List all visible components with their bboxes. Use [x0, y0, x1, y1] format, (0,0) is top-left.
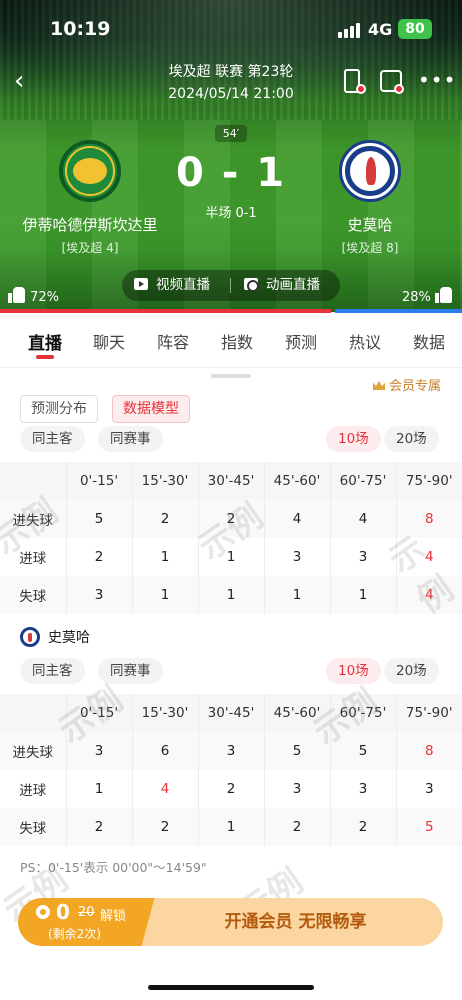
tab-bar: 直播 聊天 阵容 指数 预测 热议 数据 — [0, 313, 462, 367]
remaining-count: (剩余2次) — [48, 927, 101, 941]
live-options: 视频直播 动画直播 — [122, 270, 340, 301]
status-time: 10:19 — [50, 18, 111, 40]
away-team-name: 史莫哈 — [347, 216, 393, 234]
active-tab-indicator — [36, 355, 54, 359]
tab-discussion[interactable]: 热议 — [349, 329, 381, 353]
vip-badge: 会员专属 — [373, 375, 441, 394]
membership-cta: 0 20 解锁 (剩余2次) 开通会员 无限畅享 — [18, 898, 443, 946]
home-team-logo — [59, 140, 121, 202]
home-vote-percent: 72% — [30, 290, 60, 305]
table-header: 45'-60' — [264, 462, 331, 500]
tab-data[interactable]: 数据 — [413, 329, 445, 353]
crown-icon — [373, 381, 385, 390]
table-header: 60'-75' — [330, 694, 397, 732]
away-section-title: 史莫哈 — [20, 626, 90, 650]
unlock-label: 解锁 — [100, 909, 127, 924]
away-team[interactable]: 史莫哈 [埃及超 8] — [280, 140, 460, 256]
tab-chat[interactable]: 聊天 — [93, 329, 125, 353]
filter-last20-away[interactable]: 20场 — [384, 658, 439, 684]
home-goal-time-table: 0'-15' 15'-30' 30'-45' 45'-60' 60'-75' 7… — [0, 462, 462, 614]
away-goal-time-table: 0'-15' 15'-30' 30'-45' 45'-60' 60'-75' 7… — [0, 694, 462, 846]
filter-same-comp-away[interactable]: 同赛事 — [98, 658, 163, 684]
video-live-button[interactable]: 视频直播 — [134, 270, 210, 301]
match-minute: 54′ — [215, 125, 247, 142]
away-vote[interactable]: 28% — [402, 287, 453, 309]
thumbs-up-icon[interactable] — [435, 287, 453, 303]
table-header: 15'-30' — [132, 694, 199, 732]
time-range-note: PS：0'-15'表示 00'00"～14'59" — [20, 860, 207, 875]
home-indicator — [148, 985, 314, 990]
signal-icon — [338, 22, 362, 38]
match-detail-page: 10:19 4G 80 ‹ 埃及超 联赛 第23轮 2024/05/14 21:… — [0, 0, 462, 1000]
phone-live-icon[interactable] — [340, 69, 366, 95]
table-row: 失球 2 2 1 2 2 5 — [0, 808, 462, 846]
tab-prediction[interactable]: 预测 — [285, 329, 317, 353]
home-team-rank: [埃及超 4] — [61, 241, 119, 255]
data-model-tab[interactable]: 数据模型 — [112, 395, 190, 423]
table-header — [0, 694, 67, 732]
away-team-logo — [339, 140, 401, 202]
open-membership-button[interactable]: 开通会员 无限畅享 — [148, 898, 443, 946]
filter-last20-home[interactable]: 20场 — [384, 426, 439, 452]
animation-icon — [244, 278, 259, 292]
drag-handle[interactable] — [211, 374, 251, 378]
home-team[interactable]: 伊蒂哈德伊斯坎达里 [埃及超 4] — [0, 140, 180, 256]
more-icon[interactable]: ••• — [418, 69, 455, 95]
status-bar: 10:19 4G 80 — [0, 0, 462, 58]
filter-same-venue-home[interactable]: 同主客 — [20, 426, 85, 452]
battery-icon: 80 — [398, 19, 432, 39]
top-nav: ‹ 埃及超 联赛 第23轮 2024/05/14 21:00 ••• — [0, 58, 462, 112]
home-team-name: 伊蒂哈德伊斯坎达里 — [22, 216, 158, 234]
table-header: 75'-90' — [396, 462, 462, 500]
table-header: 60'-75' — [330, 462, 397, 500]
match-hero: 10:19 4G 80 ‹ 埃及超 联赛 第23轮 2024/05/14 21:… — [0, 0, 462, 312]
table-header: 15'-30' — [132, 462, 199, 500]
animation-live-button[interactable]: 动画直播 — [244, 270, 320, 301]
coin-icon — [36, 905, 50, 919]
away-team-logo — [20, 627, 40, 647]
prediction-distribution-tab[interactable]: 预测分布 — [20, 395, 98, 423]
table-header: 0'-15' — [66, 694, 133, 732]
table-row: 失球 3 1 1 1 1 4 — [0, 576, 462, 614]
table-header — [0, 462, 67, 500]
table-row: 进失球 5 2 2 4 4 8 — [0, 500, 462, 538]
tab-lineup[interactable]: 阵容 — [157, 329, 189, 353]
filter-last10-away[interactable]: 10场 — [326, 658, 381, 684]
filter-same-venue-away[interactable]: 同主客 — [20, 658, 85, 684]
table-row: 进失球 3 6 3 5 5 8 — [0, 732, 462, 770]
away-vote-percent: 28% — [402, 290, 431, 305]
table-header: 0'-15' — [66, 462, 133, 500]
table-row: 进球 1 4 2 3 3 3 — [0, 770, 462, 808]
table-header: 75'-90' — [396, 694, 462, 732]
filter-same-comp-home[interactable]: 同赛事 — [98, 426, 163, 452]
away-team-rank: [埃及超 8] — [341, 241, 399, 255]
home-vote[interactable]: 72% — [8, 287, 59, 309]
thumbs-up-icon[interactable] — [8, 287, 26, 303]
table-header: 30'-45' — [198, 694, 265, 732]
tab-live[interactable]: 直播 — [28, 329, 62, 354]
unlock-price: 0 — [56, 900, 70, 924]
filter-last10-home[interactable]: 10场 — [326, 426, 381, 452]
original-price: 20 — [78, 905, 95, 920]
play-icon — [134, 278, 148, 290]
screen-live-icon[interactable] — [378, 69, 404, 95]
table-row: 进球 2 1 1 3 3 4 — [0, 538, 462, 576]
table-header: 30'-45' — [198, 462, 265, 500]
network-type: 4G — [368, 20, 393, 39]
table-header: 45'-60' — [264, 694, 331, 732]
tab-odds[interactable]: 指数 — [221, 329, 253, 353]
